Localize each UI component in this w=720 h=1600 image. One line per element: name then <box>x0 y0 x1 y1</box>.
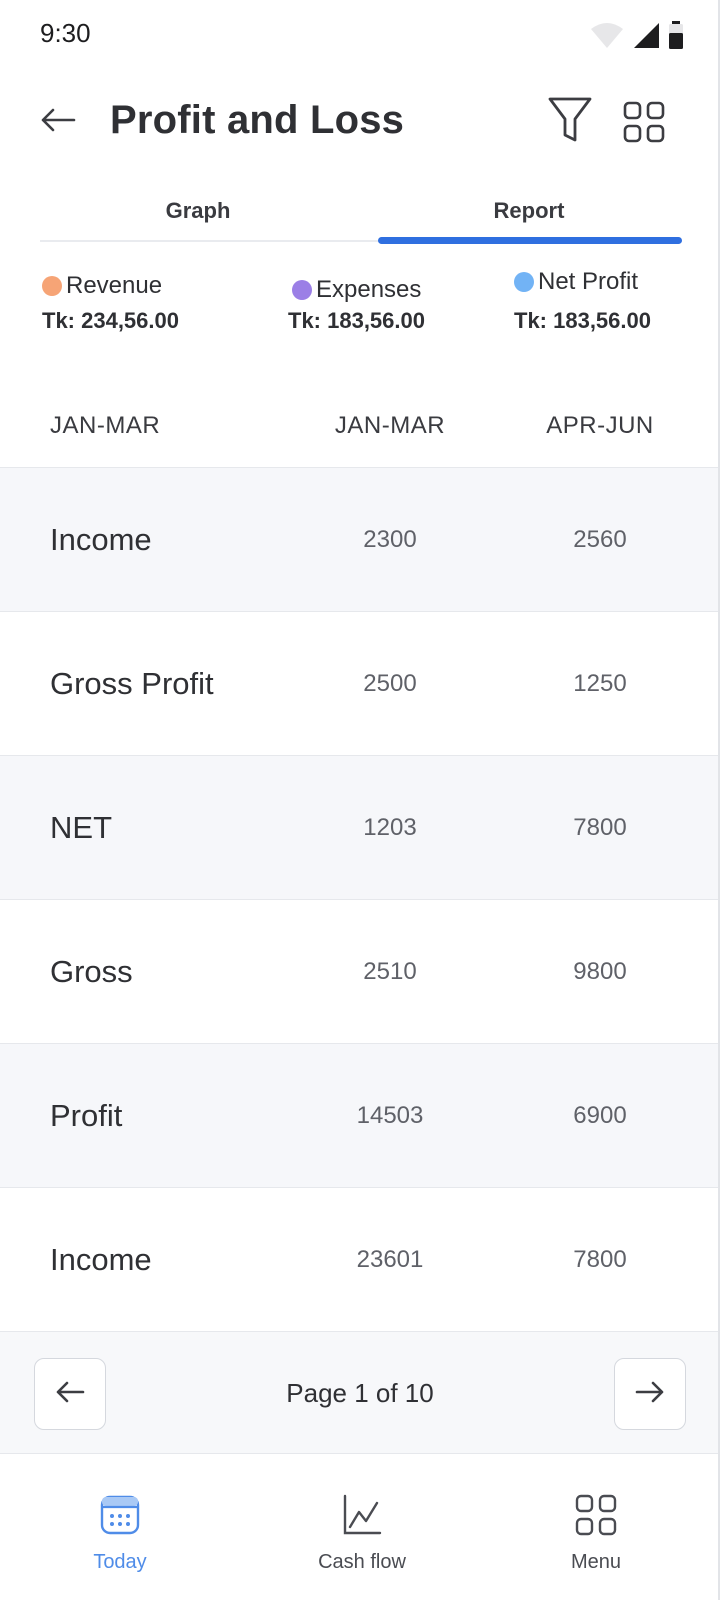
nav-today[interactable]: Today <box>30 1494 210 1574</box>
legend-value: Tk: 183,56.00 <box>288 308 425 333</box>
column-header: JAN-MAR <box>50 412 161 439</box>
tab-bar: Graph Report <box>40 180 682 244</box>
legend-revenue: Revenue Tk: 234,56.00 <box>42 272 179 334</box>
nav-menu[interactable]: Menu <box>506 1494 686 1574</box>
nav-label: Cash flow <box>318 1551 406 1573</box>
revenue-dot-icon <box>42 276 62 296</box>
back-button[interactable] <box>36 100 80 144</box>
grid-icon <box>622 100 666 149</box>
grid-icon <box>575 1494 617 1541</box>
status-bar: 9:30 <box>0 0 720 72</box>
legend-value: Tk: 234,56.00 <box>42 308 179 333</box>
arrow-left-icon <box>40 108 76 137</box>
net-profit-dot-icon <box>514 272 534 292</box>
row-label: Gross <box>50 954 133 989</box>
legend-label: Net Profit <box>538 268 639 295</box>
column-header: APR-JUN <box>546 412 654 439</box>
column-header: JAN-MAR <box>334 412 446 439</box>
bottom-navigation: Today Cash flow Menu <box>0 1456 720 1600</box>
active-tab-indicator <box>378 237 682 244</box>
report-table: Income 2300 2560 Gross Profit 2500 1250 … <box>0 468 720 1332</box>
next-page-button[interactable] <box>614 1358 686 1430</box>
table-row[interactable]: NET 1203 7800 <box>0 756 720 900</box>
tab-report[interactable]: Report <box>378 180 680 242</box>
row-label: Income <box>50 1242 152 1277</box>
row-label: Profit <box>50 1098 123 1133</box>
table-row[interactable]: Income 2300 2560 <box>0 468 720 612</box>
row-value: 2300 <box>363 526 417 553</box>
grid-view-button[interactable] <box>620 100 668 148</box>
table-row[interactable]: Gross 2510 9800 <box>0 900 720 1044</box>
wifi-icon <box>590 21 624 54</box>
row-value: 6900 <box>573 1102 627 1129</box>
nav-cash-flow[interactable]: Cash flow <box>272 1494 452 1574</box>
legend-label: Revenue <box>66 272 163 299</box>
page-indicator: Page 1 of 10 <box>286 1378 434 1408</box>
status-time: 9:30 <box>40 18 91 48</box>
row-value: 9800 <box>573 958 627 985</box>
row-label: Gross Profit <box>50 666 214 701</box>
filter-button[interactable] <box>544 94 596 150</box>
row-value: 2560 <box>573 526 627 553</box>
arrow-left-icon <box>55 1380 85 1409</box>
table-row[interactable]: Gross Profit 2500 1250 <box>0 612 720 756</box>
table-row[interactable]: Profit 14503 6900 <box>0 1044 720 1188</box>
pagination: Page 1 of 10 <box>0 1332 720 1454</box>
previous-page-button[interactable] <box>34 1358 106 1430</box>
row-value: 7800 <box>573 1246 627 1273</box>
row-value: 1250 <box>573 670 627 697</box>
chart-line-icon <box>342 1494 382 1541</box>
summary-legend: Revenue Tk: 234,56.00 Expenses Tk: 183,5… <box>0 268 720 352</box>
calendar-icon <box>100 1494 140 1541</box>
row-label: Income <box>50 522 152 557</box>
table-header: JAN-MAR JAN-MAR APR-JUN <box>0 388 720 468</box>
signal-icon <box>632 21 660 54</box>
row-value: 2500 <box>363 670 417 697</box>
nav-label: Today <box>93 1551 147 1573</box>
battery-icon <box>668 20 684 55</box>
expenses-dot-icon <box>292 280 312 300</box>
legend-net-profit: Net Profit Tk: 183,56.00 <box>514 268 651 334</box>
tab-graph[interactable]: Graph <box>40 180 356 242</box>
page-title: Profit and Loss <box>110 98 405 142</box>
row-value: 23601 <box>356 1246 424 1273</box>
row-value: 2510 <box>363 958 417 985</box>
arrow-right-icon <box>635 1380 665 1409</box>
legend-value: Tk: 183,56.00 <box>514 308 651 333</box>
app-bar: Profit and Loss <box>0 78 720 168</box>
row-value: 7800 <box>573 814 627 841</box>
row-value: 1203 <box>363 814 417 841</box>
table-row[interactable]: Income 23601 7800 <box>0 1188 720 1332</box>
status-icons <box>590 20 684 55</box>
filter-icon <box>547 95 593 150</box>
legend-label: Expenses <box>316 276 422 303</box>
legend-expenses: Expenses Tk: 183,56.00 <box>288 276 425 334</box>
nav-label: Menu <box>570 1551 622 1573</box>
row-label: NET <box>50 810 112 845</box>
row-value: 14503 <box>356 1102 424 1129</box>
